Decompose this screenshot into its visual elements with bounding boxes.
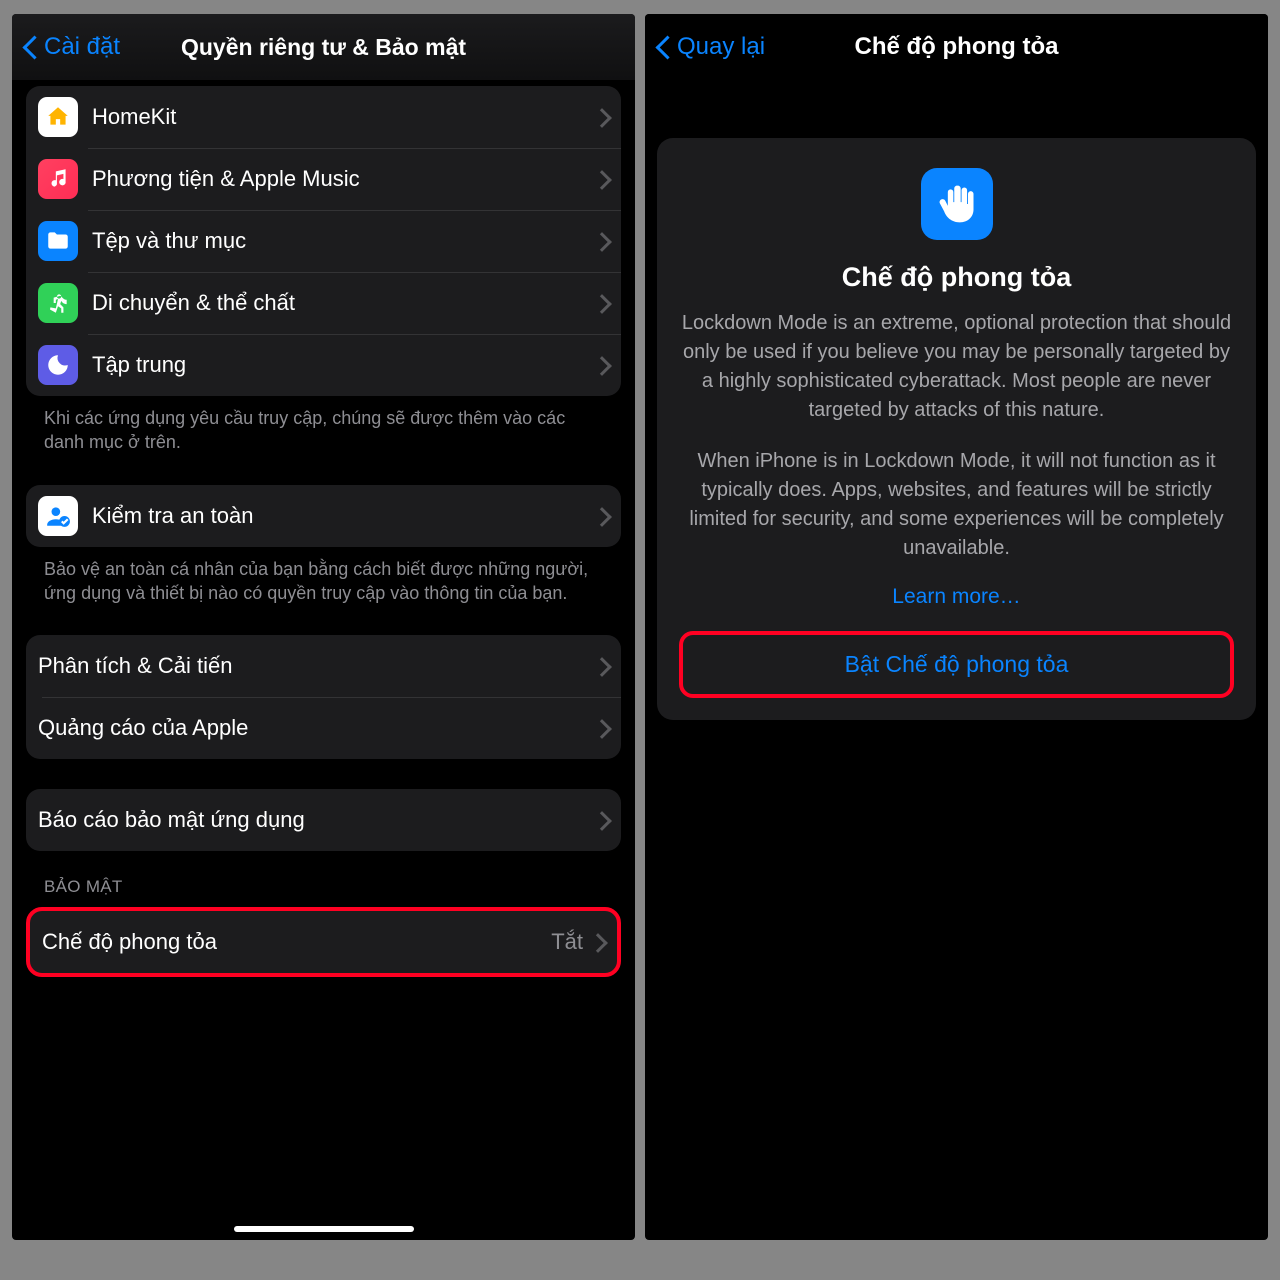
focus-icon xyxy=(38,345,78,385)
chevron-right-icon xyxy=(595,355,607,375)
home-indicator[interactable] xyxy=(234,1226,414,1232)
row-label: Chế độ phong tỏa xyxy=(42,929,551,955)
settings-group-safety: Kiểm tra an toàn xyxy=(26,485,621,547)
row-focus[interactable]: Tập trung xyxy=(26,334,621,396)
folder-icon xyxy=(38,221,78,261)
row-label: Phương tiện & Apple Music xyxy=(92,166,595,192)
chevron-right-icon xyxy=(595,810,607,830)
lockdown-card: Chế độ phong tỏa Lockdown Mode is an ext… xyxy=(657,138,1256,720)
row-apple-ads[interactable]: Quảng cáo của Apple xyxy=(26,697,621,759)
section-header-security: BẢO MẬT xyxy=(26,851,621,899)
row-label: Tập trung xyxy=(92,352,595,378)
card-paragraph-1: Lockdown Mode is an extreme, optional pr… xyxy=(679,309,1234,425)
row-label: Di chuyển & thể chất xyxy=(92,290,595,316)
safety-check-icon xyxy=(38,496,78,536)
phone-right-lockdown: Quay lại Chế độ phong tỏa Chế độ phong t… xyxy=(645,14,1268,1240)
settings-group-apps: HomeKit Phương tiện & Apple Music Tệp và… xyxy=(26,86,621,396)
settings-group-analytics: Phân tích & Cải tiến Quảng cáo của Apple xyxy=(26,635,621,759)
chevron-right-icon xyxy=(595,293,607,313)
nav-back-button[interactable]: Quay lại xyxy=(655,33,765,61)
enable-lockdown-button[interactable]: Bật Chế độ phong tỏa xyxy=(679,631,1234,698)
chevron-right-icon xyxy=(595,169,607,189)
chevron-right-icon xyxy=(595,506,607,526)
chevron-right-icon xyxy=(595,656,607,676)
row-value: Tắt xyxy=(551,929,583,955)
chevron-right-icon xyxy=(595,231,607,251)
row-analytics[interactable]: Phân tích & Cải tiến xyxy=(26,635,621,697)
group-footnote: Bảo vệ an toàn cá nhân của bạn bằng cách… xyxy=(26,547,621,606)
row-label: HomeKit xyxy=(92,104,595,130)
card-paragraph-2: When iPhone is in Lockdown Mode, it will… xyxy=(679,447,1234,563)
row-safety-check[interactable]: Kiểm tra an toàn xyxy=(26,485,621,547)
scroll-content: HomeKit Phương tiện & Apple Music Tệp và… xyxy=(12,80,635,1240)
row-label: Tệp và thư mục xyxy=(92,228,595,254)
row-lockdown-mode[interactable]: Chế độ phong tỏa Tắt xyxy=(30,911,617,973)
chevron-right-icon xyxy=(595,718,607,738)
learn-more-link[interactable]: Learn more… xyxy=(679,585,1234,609)
nav-bar: Cài đặt Quyền riêng tư & Bảo mật xyxy=(12,14,635,80)
row-media-music[interactable]: Phương tiện & Apple Music xyxy=(26,148,621,210)
hand-stop-icon xyxy=(921,168,993,240)
nav-back-button[interactable]: Cài đặt xyxy=(22,33,120,61)
chevron-right-icon xyxy=(595,107,607,127)
group-footnote: Khi các ứng dụng yêu cầu truy cập, chúng… xyxy=(26,396,621,455)
nav-back-label: Cài đặt xyxy=(44,33,120,61)
settings-group-privacy-report: Báo cáo bảo mật ứng dụng xyxy=(26,789,621,851)
phone-left-privacy: Cài đặt Quyền riêng tư & Bảo mật HomeKit… xyxy=(12,14,635,1240)
row-motion-fitness[interactable]: Di chuyển & thể chất xyxy=(26,272,621,334)
chevron-right-icon xyxy=(591,932,603,952)
settings-group-lockdown: Chế độ phong tỏa Tắt xyxy=(26,907,621,977)
row-files-folders[interactable]: Tệp và thư mục xyxy=(26,210,621,272)
nav-bar: Quay lại Chế độ phong tỏa xyxy=(645,14,1268,80)
nav-back-label: Quay lại xyxy=(677,33,765,61)
row-label: Quảng cáo của Apple xyxy=(38,715,595,741)
row-label: Phân tích & Cải tiến xyxy=(38,653,595,679)
card-title: Chế độ phong tỏa xyxy=(679,262,1234,293)
chevron-left-icon xyxy=(22,33,40,61)
music-icon xyxy=(38,159,78,199)
chevron-left-icon xyxy=(655,33,673,61)
row-app-privacy-report[interactable]: Báo cáo bảo mật ứng dụng xyxy=(26,789,621,851)
row-homekit[interactable]: HomeKit xyxy=(26,86,621,148)
row-label: Báo cáo bảo mật ứng dụng xyxy=(38,807,595,833)
row-label: Kiểm tra an toàn xyxy=(92,503,595,529)
homekit-icon xyxy=(38,97,78,137)
fitness-icon xyxy=(38,283,78,323)
